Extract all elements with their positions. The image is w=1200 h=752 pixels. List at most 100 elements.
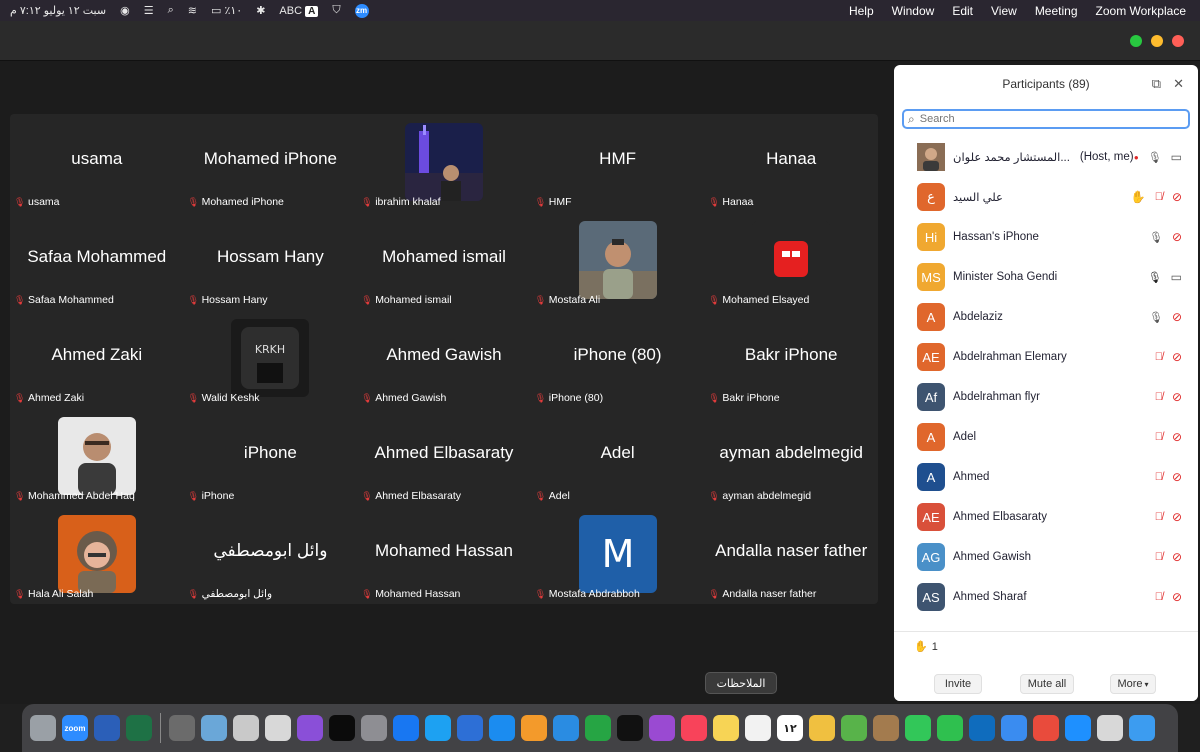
- dock-sysprefs-icon[interactable]: [169, 715, 195, 741]
- menu-view[interactable]: View: [991, 4, 1017, 18]
- menu-edit[interactable]: Edit: [952, 4, 973, 18]
- participant-row[interactable]: Af Abdelrahman flyr 🎙̸ ⊘: [894, 377, 1198, 417]
- dock-defender-icon[interactable]: [457, 715, 483, 741]
- menu-help[interactable]: Help: [849, 4, 874, 18]
- minimize-button[interactable]: [1151, 35, 1163, 47]
- dock-notes-icon[interactable]: [713, 715, 739, 741]
- dock-mail-icon[interactable]: [1001, 715, 1027, 741]
- participant-tile[interactable]: Ahmed Gawish 🎙 Ahmed Gawish: [357, 310, 531, 408]
- wifi-icon[interactable]: ≋: [188, 4, 197, 17]
- participant-tile[interactable]: Safaa Mohammed 🎙 Safaa Mohammed: [10, 212, 184, 310]
- dock-facetime-icon[interactable]: [937, 715, 963, 741]
- participant-tile[interactable]: Andalla naser father 🎙 Andalla naser fathe…: [704, 506, 878, 604]
- dock-keynote-icon[interactable]: [553, 715, 579, 741]
- camera-off-icon[interactable]: ⊘: [1172, 550, 1182, 564]
- dock-siri-icon[interactable]: [297, 715, 323, 741]
- mic-muted-icon[interactable]: 🎙̸: [1155, 511, 1163, 523]
- participant-tile[interactable]: Adel 🎙 Adel: [531, 408, 705, 506]
- participant-tile[interactable]: M 🎙 Mostafa Abdrabboh: [531, 506, 705, 604]
- participant-tile[interactable]: usama 🎙 usama: [10, 114, 184, 212]
- dock-twitter-icon[interactable]: [425, 715, 451, 741]
- camera-off-icon[interactable]: ⊘: [1172, 510, 1182, 524]
- more-button[interactable]: More ▾: [1110, 674, 1156, 694]
- siri-icon[interactable]: ◉: [120, 4, 130, 17]
- dock-podcasts-icon[interactable]: [649, 715, 675, 741]
- participant-tile[interactable]: KRKH 🎙 Walid Keshk: [184, 310, 358, 408]
- participant-tile[interactable]: Mohamed Hassan 🎙 Mohamed Hassan: [357, 506, 531, 604]
- camera-off-icon[interactable]: ⊘: [1172, 470, 1182, 484]
- dock-spray-icon[interactable]: [233, 715, 259, 741]
- participant-row[interactable]: MS Minister Soha Gendi 🎙 ▭: [894, 257, 1198, 297]
- mic-muted-icon[interactable]: 🎙̸: [1155, 591, 1163, 603]
- mic-icon[interactable]: 🎙: [1148, 151, 1162, 164]
- dock-reminders-icon[interactable]: [745, 715, 771, 741]
- mute-all-button[interactable]: Mute all: [1020, 674, 1074, 694]
- mic-muted-icon[interactable]: 🎙̸: [1155, 551, 1163, 563]
- mic-muted-icon[interactable]: 🎙̸: [1155, 431, 1163, 443]
- participant-tile[interactable]: 🎙 ibrahim khalaf: [357, 114, 531, 212]
- mic-muted-icon[interactable]: 🎙̸: [1155, 391, 1163, 403]
- participant-row[interactable]: AE Abdelrahman Elemary 🎙̸ ⊘: [894, 337, 1198, 377]
- dock-contacts-icon[interactable]: [873, 715, 899, 741]
- camera-off-icon[interactable]: ⊘: [1172, 310, 1182, 324]
- dock-excel-icon[interactable]: [126, 715, 152, 741]
- dock-safari-icon[interactable]: [1065, 715, 1091, 741]
- menu-zoom-workplace[interactable]: Zoom Workplace: [1096, 4, 1186, 18]
- close-icon[interactable]: ✕: [1173, 76, 1184, 92]
- dock-trash-icon[interactable]: [30, 715, 56, 741]
- participant-row[interactable]: A Abdelaziz 🎙 ⊘: [894, 297, 1198, 337]
- participant-row[interactable]: A Ahmed 🎙̸ ⊘: [894, 457, 1198, 497]
- dock-launchpad-icon[interactable]: [1097, 715, 1123, 741]
- mic-muted-icon[interactable]: 🎙̸: [1155, 351, 1163, 363]
- participant-tile[interactable]: 🎙 Mohammed Abdel Haq: [10, 408, 184, 506]
- camera-off-icon[interactable]: ⊘: [1172, 390, 1182, 404]
- participant-tile[interactable]: ayman abdelmegid 🎙 ayman abdelmegid: [704, 408, 878, 506]
- participant-tile[interactable]: Ahmed Elbasaraty 🎙 Ahmed Elbasaraty: [357, 408, 531, 506]
- participant-tile[interactable]: Hossam Hany 🎙 Hossam Hany: [184, 212, 358, 310]
- participant-tile[interactable]: iPhone 🎙 iPhone: [184, 408, 358, 506]
- search-input[interactable]: [919, 113, 1160, 125]
- close-window-button[interactable]: [1172, 35, 1184, 47]
- dock-tv-icon[interactable]: [617, 715, 643, 741]
- participant-row[interactable]: المستشار محمد علوان... (Host, me) ● 🎙 ▭: [894, 137, 1198, 177]
- participant-row[interactable]: AS Ahmed Sharaf 🎙̸ ⊘: [894, 577, 1198, 617]
- participant-row[interactable]: AE Ahmed Elbasaraty 🎙̸ ⊘: [894, 497, 1198, 537]
- dock-photos-icon[interactable]: [809, 715, 835, 741]
- dock-maps-icon[interactable]: [841, 715, 867, 741]
- popout-icon[interactable]: ⧉: [1152, 76, 1161, 92]
- participant-row[interactable]: ع علي السيد ✋ 🎙̸ ⊘: [894, 177, 1198, 217]
- input-source[interactable]: ABC A: [279, 5, 319, 17]
- mic-icon[interactable]: 🎙: [1149, 231, 1163, 244]
- dock-whatsapp-icon[interactable]: [361, 715, 387, 741]
- participant-tile[interactable]: Mohamed iPhone 🎙 Mohamed iPhone: [184, 114, 358, 212]
- mic-muted-icon[interactable]: 🎙̸: [1155, 471, 1163, 483]
- control-center-icon[interactable]: ☰: [144, 4, 154, 17]
- participant-tile[interactable]: 🎙 Mostafa Ali: [531, 212, 705, 310]
- dock-outlook-icon[interactable]: [969, 715, 995, 741]
- camera-icon[interactable]: ▭: [1171, 150, 1182, 164]
- mic-icon[interactable]: 🎙: [1149, 311, 1163, 324]
- participant-tile[interactable]: iPhone (80) 🎙 iPhone (80): [531, 310, 705, 408]
- camera-off-icon[interactable]: ⊘: [1172, 430, 1182, 444]
- participant-tile[interactable]: وائل ابومصطفي 🎙 وائل ابومصطفي: [184, 506, 358, 604]
- participant-tile[interactable]: Mohamed ismail 🎙 Mohamed ismail: [357, 212, 531, 310]
- participant-tile[interactable]: 🎙 Mohamed Elsayed: [704, 212, 878, 310]
- dock-preview-icon[interactable]: [201, 715, 227, 741]
- mic-icon[interactable]: 🎙: [1148, 271, 1162, 284]
- participant-tile[interactable]: HMF 🎙 HMF: [531, 114, 705, 212]
- camera-off-icon[interactable]: ⊘: [1172, 230, 1182, 244]
- dock-numbers-icon[interactable]: [585, 715, 611, 741]
- participant-tile[interactable]: Hanaa 🎙 Hanaa: [704, 114, 878, 212]
- clock[interactable]: سبت ١٢ يوليو ٧:١٢ م: [10, 4, 106, 17]
- maximize-button[interactable]: [1130, 35, 1142, 47]
- dock-messenger-icon[interactable]: [393, 715, 419, 741]
- dock-chrome-icon[interactable]: [1033, 715, 1059, 741]
- participant-row[interactable]: Hi Hassan's iPhone 🎙 ⊘: [894, 217, 1198, 257]
- invite-button[interactable]: Invite: [934, 674, 982, 694]
- participant-tile[interactable]: 🎙 Hala Ali Salah: [10, 506, 184, 604]
- dock-appstore-icon[interactable]: [489, 715, 515, 741]
- zoom-status-icon[interactable]: zm: [354, 3, 369, 18]
- dock-zoom-icon[interactable]: zoom: [62, 715, 88, 741]
- dock-word-icon[interactable]: [94, 715, 120, 741]
- camera-off-icon[interactable]: ⊘: [1172, 190, 1182, 204]
